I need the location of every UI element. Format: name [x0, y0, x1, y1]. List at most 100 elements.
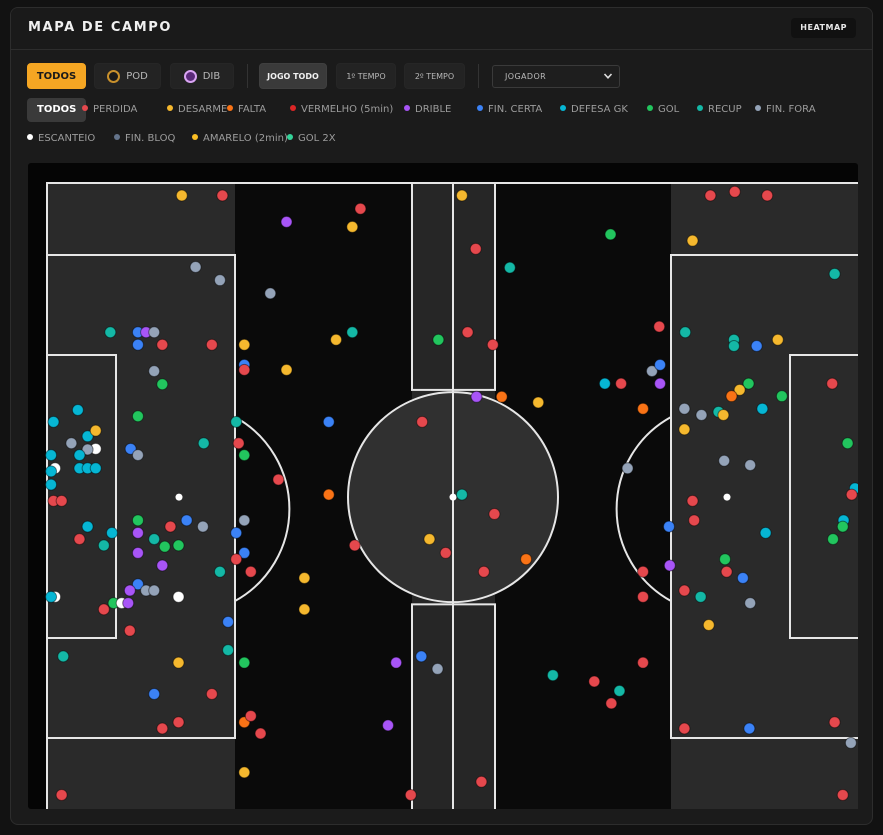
event-marker-gol: [238, 449, 251, 462]
event-marker-desarme: [238, 766, 251, 779]
filter-chip-drible[interactable]: DRIBLE: [404, 98, 451, 122]
event-marker-defesa-gk: [73, 449, 86, 462]
player-select[interactable]: JOGADOR: [492, 65, 620, 88]
event-marker-perdida: [156, 338, 169, 351]
legend-dot: [192, 134, 198, 140]
event-marker-perdida: [720, 565, 733, 578]
filter-chip-label: FIN. FORA: [766, 104, 816, 115]
event-marker-drible: [390, 656, 403, 669]
legend-dot: [697, 105, 703, 111]
event-marker-fin-certa: [222, 615, 235, 628]
filter-chip-label: DRIBLE: [415, 104, 452, 115]
event-marker-drible: [654, 377, 667, 390]
pitch-zone: [47, 183, 235, 809]
event-marker-falta: [322, 488, 335, 501]
event-marker-fin-fora: [238, 514, 251, 527]
filter-chip-label: DESARME: [178, 104, 228, 115]
event-marker-perdida: [164, 520, 177, 533]
event-marker-fin-fora: [148, 584, 161, 597]
event-marker-perdida: [123, 624, 136, 637]
legend-dot: [755, 105, 761, 111]
team-filter-pod[interactable]: POD: [94, 63, 161, 89]
event-marker-drible: [156, 559, 169, 572]
event-marker-desarme: [298, 572, 311, 585]
event-marker-fin-certa: [131, 338, 144, 351]
team-label-dib: DIB: [202, 71, 221, 82]
filter-chip-label: GOL: [658, 104, 680, 115]
filter-chip-fin-certa[interactable]: FIN. CERTA: [477, 98, 542, 122]
event-marker-recup: [230, 415, 243, 428]
event-marker-fin-fora: [744, 459, 757, 472]
filter-chip-fin-fora[interactable]: FIN. FORA: [755, 98, 816, 122]
event-marker-recup: [57, 650, 70, 663]
event-marker-perdida: [728, 185, 741, 198]
left-penalty-spot: [175, 493, 183, 501]
event-marker-fin-fora: [431, 662, 444, 675]
event-marker-recup: [97, 539, 110, 552]
event-marker-drible: [131, 546, 144, 559]
event-marker-desarme: [678, 423, 691, 436]
event-marker-defesa-gk: [45, 590, 58, 603]
event-marker-desarme: [89, 424, 102, 437]
event-marker-falta: [725, 390, 738, 403]
filter-chip-label: FIN. CERTA: [488, 104, 543, 115]
event-marker-recup: [828, 267, 841, 280]
player-select-value: JOGADOR: [505, 72, 547, 81]
filter-chip-falta[interactable]: FALTA: [227, 98, 266, 122]
event-marker-perdida: [488, 508, 501, 521]
event-marker-gol: [432, 333, 445, 346]
period-filter-full-game[interactable]: JOGO TODO: [259, 63, 327, 89]
event-marker-perdida: [230, 553, 243, 566]
filter-chip-vermelho-5min[interactable]: VERMELHO (5min): [290, 98, 393, 122]
period-filter-second-half[interactable]: 2º TEMPO: [404, 63, 465, 89]
event-marker-recup: [346, 326, 359, 339]
event-marker-perdida: [637, 565, 650, 578]
event-marker-recup: [197, 437, 210, 450]
filter-chip-gol[interactable]: GOL: [647, 98, 679, 122]
event-marker-perdida: [678, 584, 691, 597]
event-marker-perdida: [828, 716, 841, 729]
event-marker-perdida: [588, 675, 601, 688]
divider: [478, 64, 479, 88]
event-marker-perdida: [826, 377, 839, 390]
period-filter-first-half[interactable]: 1º TEMPO: [336, 63, 396, 89]
event-marker-falta: [520, 553, 533, 566]
event-marker-perdida: [272, 473, 285, 486]
filter-chip-todos[interactable]: TODOS: [27, 98, 87, 122]
event-marker-recup: [694, 590, 707, 603]
event-marker-fin-fora: [131, 449, 144, 462]
legend-dot: [27, 134, 33, 140]
event-marker-perdida: [354, 202, 367, 215]
filter-chip-fin-bloq[interactable]: FIN. BLOQ: [114, 127, 175, 151]
filter-chip-perdida[interactable]: PERDIDA: [82, 98, 137, 122]
event-marker-fin-fora: [264, 287, 277, 300]
filter-chip-escanteio[interactable]: ESCANTEIO: [27, 127, 95, 151]
event-marker-perdida: [686, 494, 699, 507]
event-marker-fin-fora: [196, 520, 209, 533]
legend-dot: [560, 105, 566, 111]
team-filter-dib[interactable]: DIB: [170, 63, 234, 89]
event-marker-desarme: [686, 234, 699, 247]
heatmap-button[interactable]: HEATMAP: [791, 18, 856, 38]
event-marker-perdida: [836, 788, 849, 801]
event-marker-fin-certa: [322, 415, 335, 428]
event-marker-defesa-gk: [71, 403, 84, 416]
legend-dot: [404, 105, 410, 111]
legend-dot: [114, 134, 120, 140]
event-marker-drible: [382, 719, 395, 732]
event-marker-drible: [131, 526, 144, 539]
filter-chip-gol-2x[interactable]: GOL 2X: [287, 127, 336, 151]
legend-dot: [647, 105, 653, 111]
event-marker-fin-certa: [743, 722, 756, 735]
event-marker-defesa-gk: [81, 520, 94, 533]
event-marker-fin-certa: [148, 688, 161, 701]
filter-chip-amarelo-2min[interactable]: AMARELO (2min): [192, 127, 288, 151]
filter-chip-recup[interactable]: RECUP: [697, 98, 742, 122]
event-marker-defesa-gk: [45, 478, 58, 491]
event-marker-fin-certa: [750, 340, 763, 353]
filter-chip-defesa-gk[interactable]: DEFESA GK: [560, 98, 628, 122]
filter-chip-desarme[interactable]: DESARME: [167, 98, 227, 122]
event-marker-defesa-gk: [45, 449, 58, 462]
event-marker-gol: [172, 539, 185, 552]
team-filter-all[interactable]: TODOS: [27, 63, 86, 89]
